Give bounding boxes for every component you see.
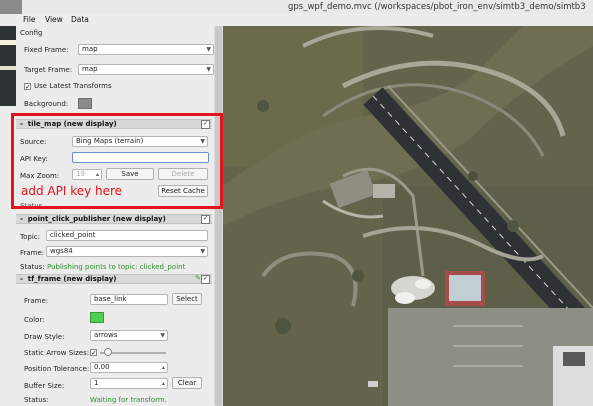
point-click-header[interactable]: - point_click_publisher (new display) ✓ <box>16 214 212 224</box>
fixed-frame-label: Fixed Frame: <box>24 46 69 54</box>
annotation-text: add API key here <box>21 184 123 198</box>
target-frame-value: map <box>82 65 98 73</box>
menu-file[interactable]: File <box>23 14 36 26</box>
edge-stripe <box>0 66 16 70</box>
draw-style-combo[interactable]: arrows ▼ <box>90 330 168 341</box>
buffer-size-value: 1 <box>94 379 99 387</box>
topic-input[interactable]: clicked_point <box>46 230 208 241</box>
chevron-down-icon: ▼ <box>206 46 211 53</box>
pc-frame-value: wgs84 <box>50 247 73 255</box>
clear-button[interactable]: Clear <box>172 377 202 389</box>
left-edge-view <box>0 26 16 106</box>
tf-frame-title: tf_frame (new display) <box>27 275 117 283</box>
select-button[interactable]: Select <box>172 293 202 305</box>
menubar: File View Data <box>0 14 230 26</box>
target-frame-label: Target Frame: <box>24 66 73 74</box>
position-tolerance-value: 0.00 <box>94 363 110 371</box>
edge-stripe <box>0 40 16 45</box>
tf-frame-header-label: - tf_frame (new display) <box>20 275 116 283</box>
use-latest-label: Use Latest Transforms <box>34 82 112 90</box>
spinner-arrows-icon: ▴ <box>161 364 165 371</box>
window-title: gps_wpf_demo.mvc (/workspaces/pbot_iron_… <box>288 2 586 12</box>
fixed-frame-combo[interactable]: map ▼ <box>78 44 214 55</box>
pc-status-label: Status: <box>20 263 45 271</box>
static-arrow-checkbox[interactable]: ✓ <box>90 349 97 357</box>
tf-frame-header[interactable]: - tf_frame (new display) ✎ ✓ <box>16 274 212 284</box>
point-click-header-label: - point_click_publisher (new display) <box>20 215 166 223</box>
satellite-map-view[interactable] <box>223 26 593 406</box>
static-arrow-slider-handle[interactable] <box>103 348 112 356</box>
chevron-down-icon: ▼ <box>200 248 205 255</box>
target-frame-combo[interactable]: map ▼ <box>78 64 214 75</box>
position-tolerance-label: Position Tolerance: <box>24 365 90 373</box>
pc-frame-combo[interactable]: wgs84 ▼ <box>46 246 208 257</box>
scrollbar-thumb[interactable] <box>215 26 222 406</box>
tf-frame-input[interactable]: base_link <box>90 294 168 305</box>
buffer-size-spinbox[interactable]: 1 ▴ <box>90 378 168 389</box>
tf-frame-enabled-checkbox[interactable]: ✓ <box>201 275 210 284</box>
collapse-icon[interactable]: - <box>20 275 23 283</box>
tf-color-label: Color: <box>24 316 45 324</box>
spinner-arrows-icon: ▴ <box>161 380 165 387</box>
satellite-imagery <box>223 26 593 406</box>
topic-label: Topic: <box>20 233 40 241</box>
menu-view[interactable]: View <box>45 14 63 26</box>
chevron-down-icon: ▼ <box>160 332 165 339</box>
buffer-size-label: Buffer Size: <box>24 382 65 390</box>
titlebar-left-strip <box>0 0 22 14</box>
draw-style-label: Draw Style: <box>24 333 65 341</box>
fixed-frame-value: map <box>82 45 98 53</box>
tf-status-value: Waiting for transform. <box>90 396 167 404</box>
menu-data[interactable]: Data <box>71 14 89 26</box>
pc-status-value: Publishing points to topic: clicked_poin… <box>47 263 186 271</box>
tf-frame-label: Frame: <box>24 297 49 305</box>
background-label: Background: <box>24 100 69 108</box>
window-titlebar: gps_wpf_demo.mvc (/workspaces/pbot_iron_… <box>0 0 593 14</box>
config-panel: Config Fixed Frame: map ▼ Target Frame: … <box>16 26 214 406</box>
tf-color-swatch[interactable] <box>90 312 104 323</box>
position-tolerance-spinbox[interactable]: 0.00 ▴ <box>90 362 168 373</box>
point-click-title: point_click_publisher (new display) <box>27 215 166 223</box>
static-arrow-label: Static Arrow Sizes: <box>24 349 90 357</box>
pc-frame-label: Frame: <box>20 249 45 257</box>
tf-status-label: Status: <box>24 396 49 404</box>
draw-style-value: arrows <box>94 331 118 339</box>
panel-scrollbar[interactable] <box>214 26 223 406</box>
collapse-icon[interactable]: - <box>20 215 23 223</box>
background-color-swatch[interactable] <box>78 98 92 109</box>
point-click-enabled-checkbox[interactable]: ✓ <box>201 215 210 224</box>
chevron-down-icon: ▼ <box>206 66 211 73</box>
use-latest-checkbox[interactable]: ✓ <box>24 83 31 91</box>
config-section-label: Config <box>20 29 43 37</box>
